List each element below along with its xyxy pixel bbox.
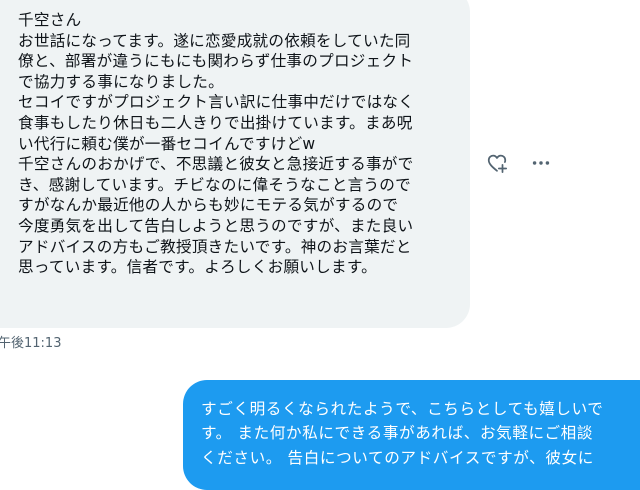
heart-plus-icon bbox=[487, 154, 508, 174]
incoming-message-bubble[interactable]: 千空さん お世話になってます。遂に恋愛成就の依頼をしていた同 僚と、部署が違うに… bbox=[0, 0, 470, 328]
message-line: すごく明るくなられたようで、こちらとしても嬉しいで bbox=[201, 400, 604, 418]
message-line: 食事もしたり休日も二人きりで出掛けています。まあ呪 bbox=[18, 113, 413, 132]
outgoing-message-bubble[interactable]: すごく明るくなられたようで、こちらとしても嬉しいで す。 また何か私にできる事が… bbox=[183, 380, 640, 490]
message-line: き、感謝しています。チビなのに偉そうなこと言うので bbox=[18, 175, 411, 194]
message-timestamp: 午後11:13 bbox=[0, 336, 62, 351]
message-line: ください。 告白についてのアドバイスですが、彼女に bbox=[201, 448, 594, 467]
message-line: 今度勇気を出して告白しようと思うのですが、また良い bbox=[18, 216, 414, 235]
message-line: 僚と、部署が違うにもにも関わらず仕事のプロジェクト bbox=[18, 52, 414, 71]
more-button[interactable] bbox=[529, 151, 553, 175]
react-button[interactable] bbox=[485, 151, 509, 175]
message-line: すがなんか最近他の人からも妙にモテる気がするので bbox=[18, 196, 399, 215]
message-line: お世話になってます。遂に恋愛成就の依頼をしていた同 bbox=[18, 31, 411, 50]
message-line: 千空さんのおかげで、不思議と彼女と急接近する事がで bbox=[18, 155, 414, 174]
message-line: セコイですがプロジェクト言い訳に仕事中だけではなく bbox=[18, 93, 415, 112]
message-line: い代行に頼む僕が一番セコイんですけどw bbox=[18, 134, 316, 153]
message-line: 千空さん bbox=[18, 11, 82, 29]
message-actions bbox=[485, 150, 553, 176]
message-line: アドバイスの方もご教授頂きたいです。神のお言葉だと bbox=[18, 237, 412, 256]
message-line: 思っています。信者です。よろしくお願いします。 bbox=[18, 258, 377, 277]
more-horizontal-icon bbox=[532, 161, 550, 165]
message-line: で協力する事になりました。 bbox=[18, 72, 224, 91]
message-line: す。 また何か私にできる事があれば、お気軽にご相談 bbox=[201, 424, 594, 443]
